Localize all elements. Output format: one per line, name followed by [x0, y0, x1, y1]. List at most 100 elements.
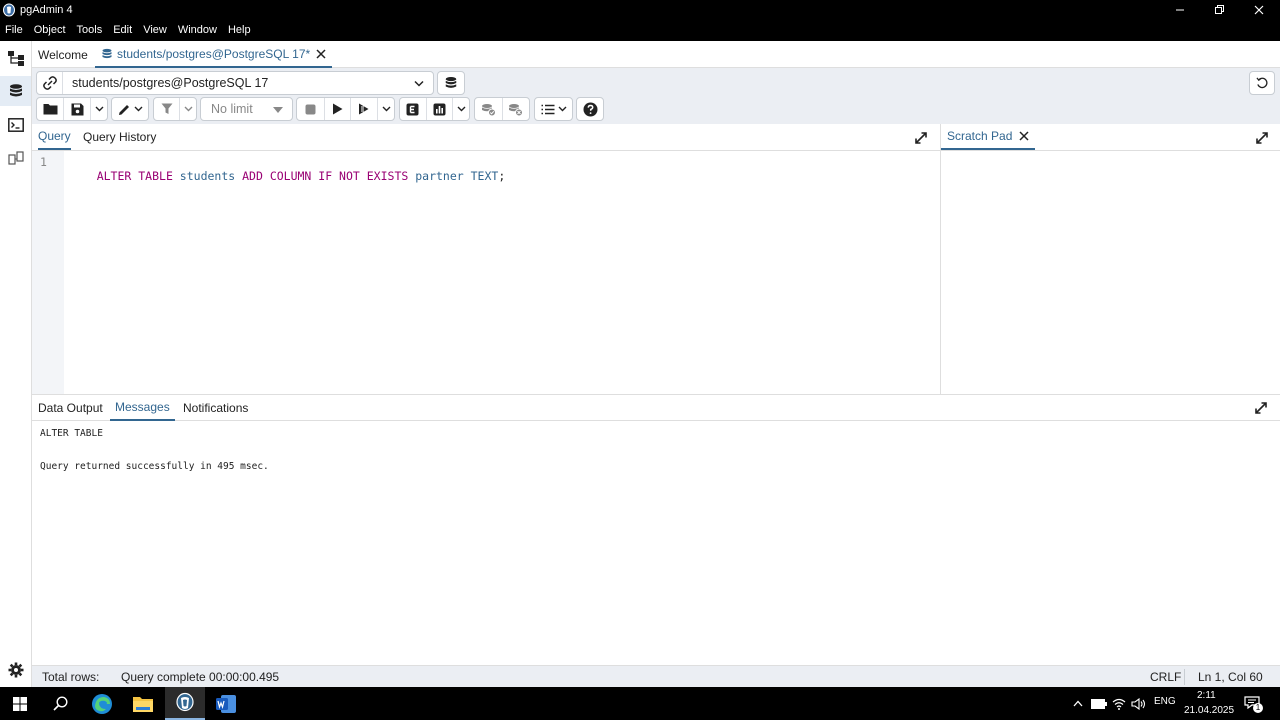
tab-data-output[interactable]: Data Output — [38, 395, 103, 421]
scratch-pad-tabs: Scratch Pad — [940, 124, 1280, 151]
taskbar: ENG 2:11 21.04.2025 1 — [0, 687, 1280, 720]
minimize-button[interactable] — [1161, 0, 1199, 19]
expand-icon[interactable] — [915, 132, 927, 144]
edit-group[interactable] — [111, 97, 149, 121]
code-line[interactable]: ALTER TABLE students ADD COLUMN IF NOT E… — [69, 155, 506, 197]
language-indicator[interactable]: ENG — [1154, 696, 1176, 707]
chevron-down-icon — [414, 80, 424, 87]
execute-button[interactable] — [325, 98, 352, 120]
play-icon — [333, 103, 343, 115]
list-icon — [541, 104, 554, 114]
stop-icon — [305, 104, 316, 114]
minimize-icon — [1176, 9, 1184, 10]
execute-group — [296, 97, 395, 121]
database-icon — [102, 48, 112, 58]
sql-keyword: ALTER TABLE — [96, 169, 173, 183]
row-limit-select[interactable]: No limit — [200, 97, 293, 121]
output-panel-tabs: Data Output Messages Notifications — [32, 394, 1280, 421]
close-tab-icon[interactable] — [316, 48, 326, 59]
notification-count-badge: 1 — [1253, 703, 1263, 713]
window-title: pgAdmin 4 — [20, 3, 73, 16]
explain-options-dropdown[interactable] — [453, 98, 469, 120]
taskbar-edge[interactable] — [82, 687, 122, 720]
tab-scratch-pad[interactable]: Scratch Pad — [941, 124, 1036, 150]
folder-icon — [43, 104, 57, 115]
windows-icon — [13, 696, 27, 711]
close-window-button[interactable] — [1240, 0, 1278, 19]
maximize-button[interactable] — [1200, 0, 1238, 19]
explain-analyze-button[interactable] — [427, 98, 454, 120]
query-tool-button[interactable] — [0, 76, 31, 106]
menu-object[interactable]: Object — [29, 24, 72, 36]
taskbar-word[interactable] — [206, 687, 246, 720]
schema-diff-button[interactable] — [0, 144, 31, 174]
sql-editor[interactable]: 1 ALTER TABLE students ADD COLUMN IF NOT… — [32, 151, 940, 394]
edit-menu-button[interactable] — [112, 98, 148, 120]
sql-keyword: ADD COLUMN IF NOT EXISTS — [242, 169, 409, 183]
object-explorer-button[interactable] — [0, 43, 31, 73]
tab-welcome[interactable]: Welcome — [38, 41, 88, 68]
macros-button[interactable] — [534, 97, 573, 121]
filter-button[interactable] — [154, 98, 181, 120]
close-tab-icon[interactable] — [1019, 131, 1029, 141]
commit-button[interactable] — [475, 98, 503, 120]
query-toolbar: students/postgres@PostgreSQL 17 No limit — [32, 68, 1280, 124]
open-file-button[interactable] — [37, 98, 64, 120]
menu-help[interactable]: Help — [223, 24, 257, 36]
connection-link-icon — [42, 76, 57, 90]
filter-icon — [161, 103, 173, 114]
volume-icon[interactable] — [1131, 698, 1147, 710]
expand-icon[interactable] — [1256, 132, 1268, 144]
help-button[interactable] — [576, 97, 604, 121]
battery-icon[interactable] — [1091, 699, 1107, 709]
bar-chart-icon — [433, 103, 446, 115]
stop-button[interactable] — [297, 98, 325, 120]
tab-query-history[interactable]: Query History — [83, 124, 156, 150]
title-bar: pgAdmin 4 — [0, 0, 1280, 19]
new-connection-button[interactable] — [437, 71, 465, 95]
macros-menu[interactable] — [535, 98, 572, 120]
taskbar-pgadmin[interactable] — [165, 687, 205, 720]
gear-icon — [8, 662, 23, 678]
commit-icon — [481, 103, 496, 116]
execute-options-dropdown[interactable] — [378, 98, 394, 120]
execute-script-button[interactable] — [351, 98, 379, 120]
pencil-icon — [118, 104, 129, 115]
database-icon — [9, 84, 22, 97]
caret-down-icon — [273, 107, 283, 113]
left-sidebar — [0, 41, 32, 687]
rollback-icon — [509, 103, 524, 116]
menu-window[interactable]: Window — [173, 24, 223, 36]
connection-selector[interactable]: students/postgres@PostgreSQL 17 — [36, 71, 434, 95]
reset-layout-button[interactable] — [1249, 71, 1275, 95]
menu-file[interactable]: File — [0, 24, 29, 36]
settings-button[interactable] — [0, 655, 31, 685]
tab-messages[interactable]: Messages — [110, 395, 175, 421]
tab-notifications[interactable]: Notifications — [183, 395, 248, 421]
tab-query[interactable]: Query — [38, 124, 71, 150]
chevron-up-icon[interactable] — [1073, 700, 1083, 707]
taskbar-file-explorer[interactable] — [123, 687, 163, 720]
wifi-icon[interactable] — [1112, 698, 1126, 710]
start-button[interactable] — [0, 687, 40, 720]
search-button[interactable] — [40, 687, 80, 720]
explain-button[interactable] — [400, 98, 427, 120]
save-options-dropdown[interactable] — [91, 98, 107, 120]
notifications-button[interactable]: 1 — [1244, 696, 1263, 713]
save-file-button[interactable] — [64, 98, 91, 120]
scratch-pad-textarea[interactable] — [940, 151, 1280, 394]
menu-tools[interactable]: Tools — [72, 24, 109, 36]
clock-time[interactable]: 2:11 — [1197, 690, 1216, 701]
menu-view[interactable]: View — [138, 24, 173, 36]
filter-dropdown[interactable] — [180, 98, 196, 120]
chevron-down-icon — [95, 106, 103, 112]
connection-status[interactable] — [37, 72, 63, 94]
rollback-button[interactable] — [503, 98, 530, 120]
scratch-pad-label: Scratch Pad — [947, 129, 1013, 143]
tab-query-tool[interactable]: students/postgres@PostgreSQL 17* — [95, 41, 333, 68]
clock-date[interactable]: 21.04.2025 — [1184, 705, 1234, 716]
expand-icon[interactable] — [1255, 402, 1267, 414]
menu-edit[interactable]: Edit — [108, 24, 138, 36]
psql-tool-button[interactable] — [0, 110, 31, 140]
line-ending: CRLF — [1150, 670, 1182, 684]
